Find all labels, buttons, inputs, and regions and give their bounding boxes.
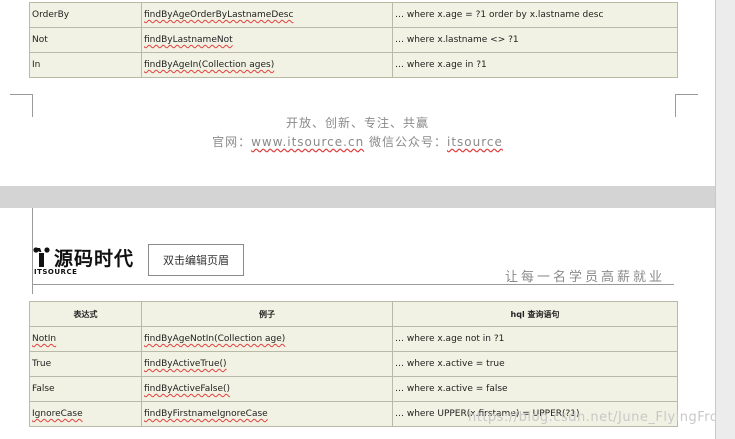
column-header-keyword: 表达式 bbox=[29, 301, 142, 327]
query-keyword-table-2: 表达式 例子 hql 查询语句 NotIn findByAgeNotIn(Col… bbox=[29, 301, 678, 427]
table-cell-sample: findByActiveFalse() bbox=[141, 376, 393, 402]
footer-wechat-label: 微信公众号： bbox=[364, 135, 447, 149]
table-cell-keyword: OrderBy bbox=[29, 2, 142, 28]
column-header-sample: 例子 bbox=[141, 301, 393, 327]
footer-motto: 开放、创新、专注、共赢 bbox=[285, 116, 429, 130]
csdn-watermark: https://blog.csdn.net/June_FlyingFrost bbox=[468, 410, 732, 425]
edit-header-button[interactable]: 双击编辑页眉 bbox=[148, 244, 244, 276]
table-cell-keyword: In bbox=[29, 52, 142, 78]
table-cell-sample: findByLastnameNot bbox=[141, 27, 393, 53]
table-cell-keyword: True bbox=[29, 351, 142, 377]
table-cell-keyword: False bbox=[29, 376, 142, 402]
table-cell-keyword: Not bbox=[29, 27, 142, 53]
table-cell-hql: … where x.lastname <> ?1 bbox=[392, 27, 678, 53]
table-row: OrderBy findByAgeOrderByLastnameDesc … w… bbox=[29, 2, 678, 28]
table-row: False findByActiveFalse() … where x.acti… bbox=[29, 376, 678, 402]
table-cell-sample: findByAgeNotIn(Collection age) bbox=[141, 326, 393, 352]
footer-site: www.itsource.cn bbox=[251, 135, 365, 149]
table-cell-sample: findByAgeIn(Collection ages) bbox=[141, 52, 393, 78]
header-divider bbox=[32, 284, 674, 285]
vertical-scrollbar[interactable] bbox=[715, 0, 735, 439]
column-header-hql: hql 查询语句 bbox=[392, 301, 678, 327]
document-page-1: OrderBy findByAgeOrderByLastnameDesc … w… bbox=[0, 0, 715, 186]
table-cell-hql: … where x.age not in ?1 bbox=[392, 326, 678, 352]
itsource-logo: 源码时代 ITSOURCE bbox=[32, 244, 147, 278]
table-cell-sample: findByAgeOrderByLastnameDesc bbox=[141, 2, 393, 28]
footer-site-label: 官网： bbox=[212, 135, 252, 149]
table-cell-sample: findByActiveTrue() bbox=[141, 351, 393, 377]
table-cell-keyword: IgnoreCase bbox=[29, 401, 142, 427]
query-keyword-table-1: OrderBy findByAgeOrderByLastnameDesc … w… bbox=[29, 2, 678, 78]
table-cell-hql: … where x.age = ?1 order by x.lastname d… bbox=[392, 2, 678, 28]
page-margin-corner-marker bbox=[10, 208, 33, 294]
footer-contact: 官网：www.itsource.cn 微信公众号：itsource bbox=[0, 133, 715, 150]
table-row: Not findByLastnameNot … where x.lastname… bbox=[29, 27, 678, 53]
table-cell-sample: findByFirstnameIgnoreCase bbox=[141, 401, 393, 427]
table-row: True findByActiveTrue() … where x.active… bbox=[29, 351, 678, 377]
table-cell-hql: … where x.age in ?1 bbox=[392, 52, 678, 78]
logo-text: 源码时代 bbox=[54, 248, 135, 270]
table-row: NotIn findByAgeNotIn(Collection age) … w… bbox=[29, 326, 678, 352]
table-header-row: 表达式 例子 hql 查询语句 bbox=[29, 301, 678, 327]
logo-subtext: ITSOURCE bbox=[34, 268, 78, 276]
table-cell-hql: … where x.active = true bbox=[392, 351, 678, 377]
table-cell-hql: … where x.active = false bbox=[392, 376, 678, 402]
table-row: In findByAgeIn(Collection ages) … where … bbox=[29, 52, 678, 78]
table-cell-keyword: NotIn bbox=[29, 326, 142, 352]
footer-wechat: itsource bbox=[447, 135, 503, 149]
document-page-2: 源码时代 ITSOURCE 双击编辑页眉 让每一名学员高薪就业 表达式 例子 h… bbox=[0, 208, 731, 439]
header-slogan: 让每一名学员高薪就业 bbox=[505, 270, 666, 285]
